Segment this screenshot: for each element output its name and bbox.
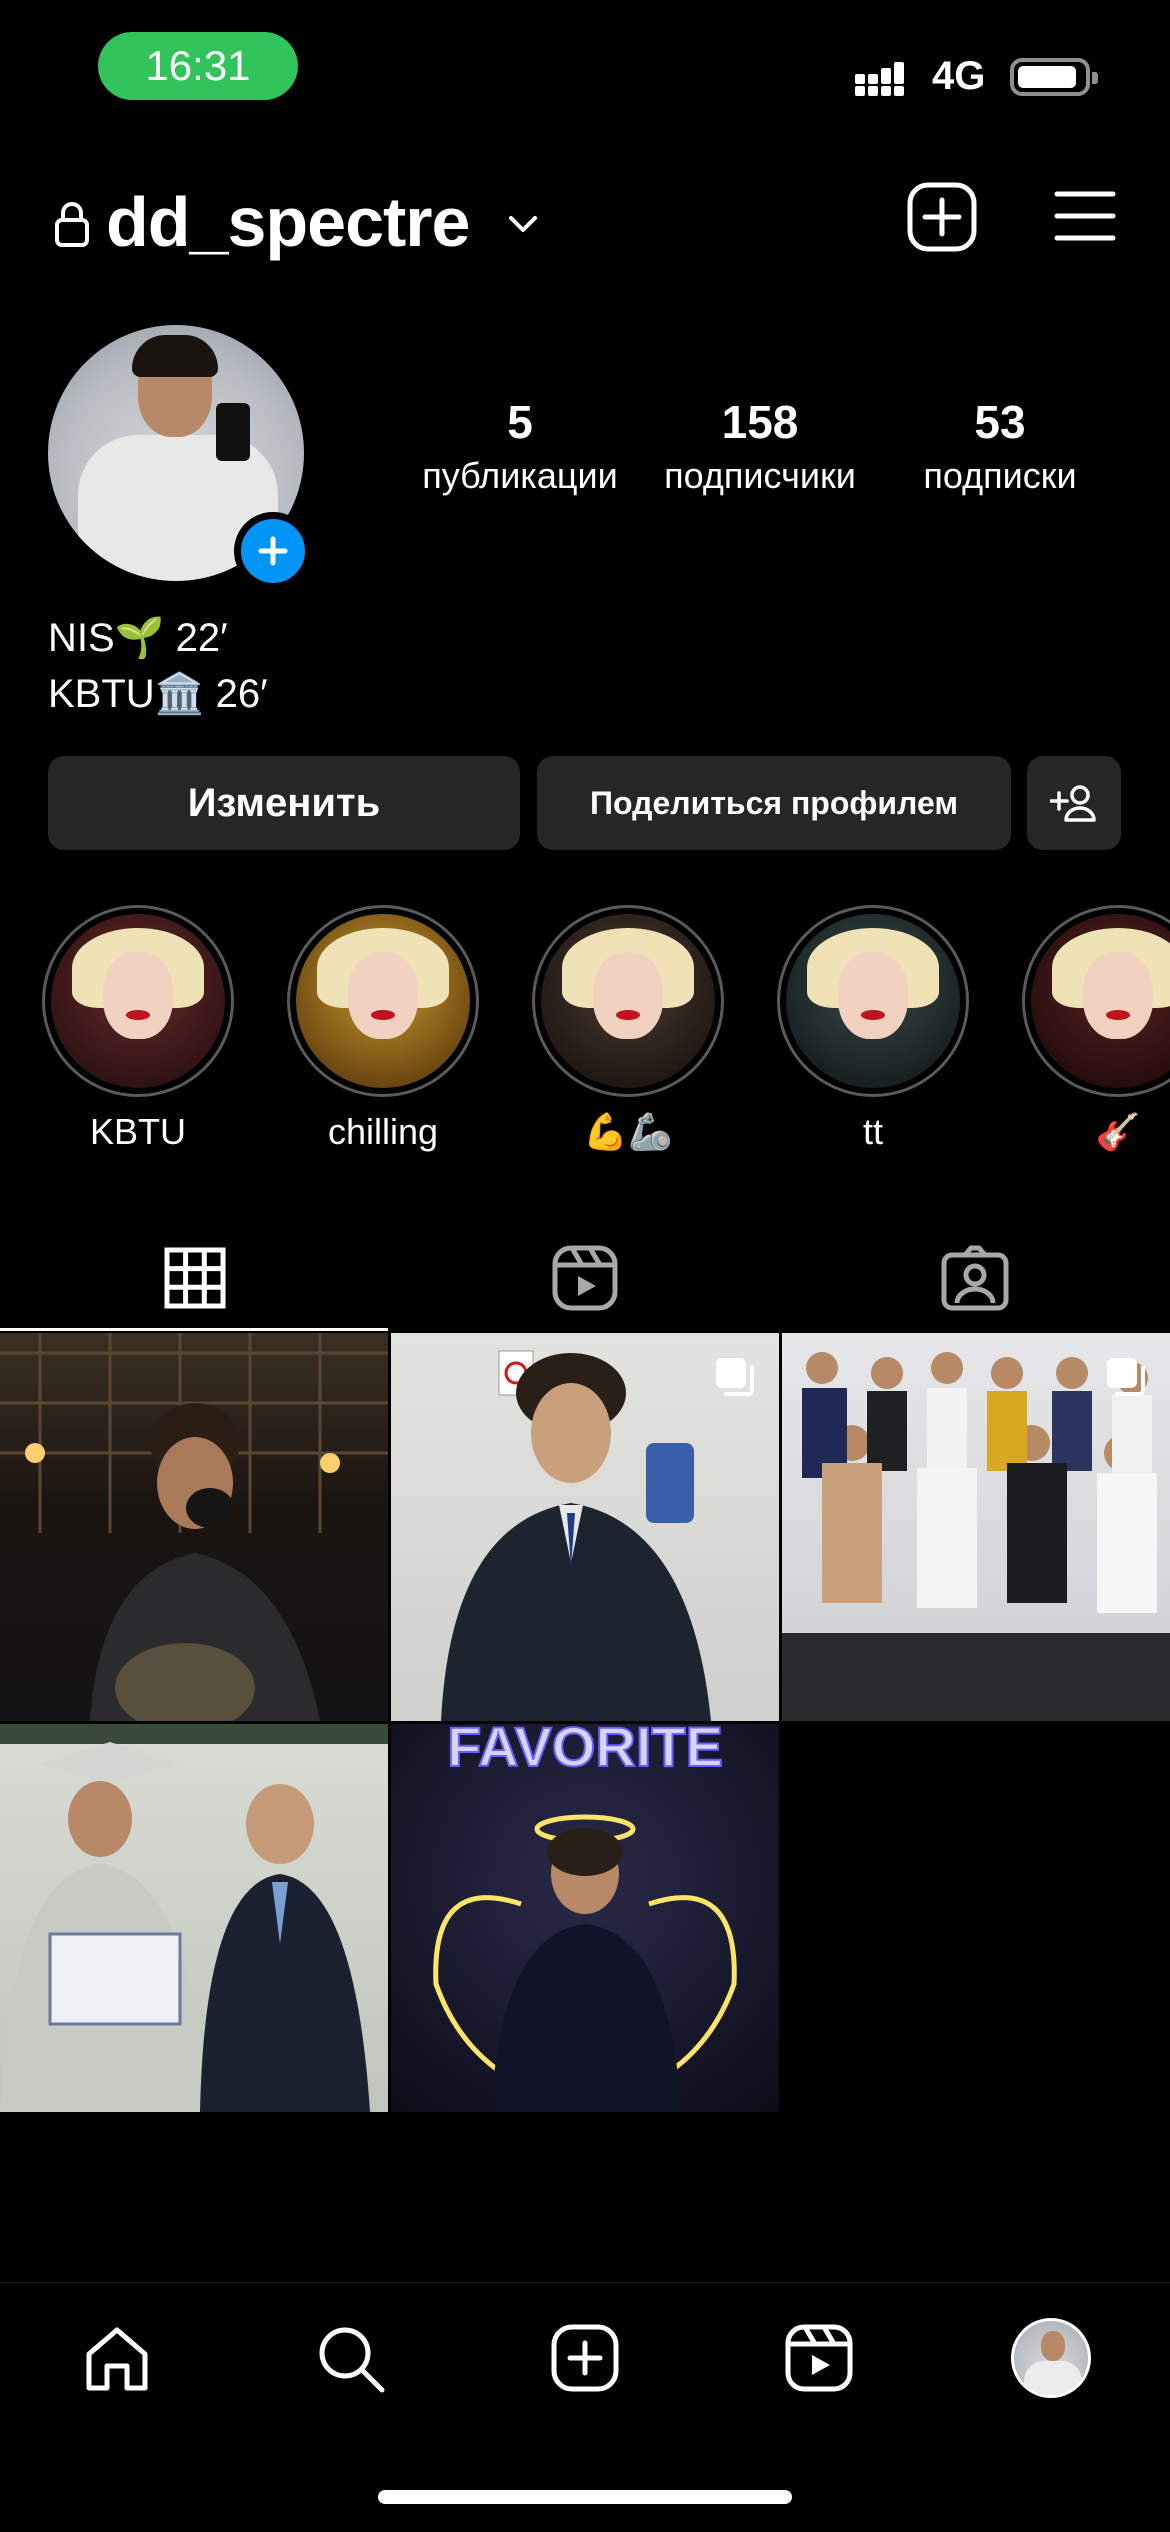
highlight-item[interactable]: KBTU [40,905,236,1153]
highlight-item[interactable]: 💪🦾 [530,905,726,1153]
highlight-cover [532,905,724,1097]
home-icon [86,2327,148,2391]
username[interactable]: dd_spectre [106,182,470,262]
add-story-button[interactable] [234,512,312,590]
profile-tabs [0,1220,1170,1336]
stat-followers[interactable]: 158 подписчики [640,395,880,497]
status-time[interactable]: 16:31 [98,32,298,100]
nav-profile[interactable] [1006,2313,1096,2403]
nav-home[interactable] [72,2313,162,2403]
profile-stats: 5 публикации 158 подписчики 53 подписки [400,395,1120,505]
add-person-icon [1050,785,1096,822]
battery-icon [1010,58,1098,96]
menu-icon[interactable] [1054,188,1116,244]
profile-avatar [1011,2318,1091,2398]
post-thumbnail[interactable]: FAVORITE [391,1724,779,2112]
highlight-item[interactable]: 🎸 [1020,905,1170,1153]
signal-icon [855,62,904,96]
active-tab-indicator [0,1328,388,1331]
new-post-icon [551,2324,619,2392]
post-image: FAVORITE [433,1724,737,2112]
highlight-label: KBTU [89,1111,186,1152]
tab-reels[interactable] [390,1220,780,1336]
share-profile-button[interactable]: Поделиться профилем [537,756,1011,850]
home-indicator [378,2490,792,2504]
status-bar: 16:31 4G [0,0,1170,140]
profile-header: dd_spectre [0,170,1170,290]
stat-value: 5 [507,396,533,448]
stat-value: 158 [721,396,799,448]
nav-reels[interactable] [774,2313,864,2403]
highlight-item[interactable]: chilling [285,905,481,1153]
bio-line: NIS🌱 22′ [48,616,228,660]
highlight-label: 🎸 [1095,1111,1141,1152]
post-thumbnail[interactable] [391,1333,779,1721]
highlight-cover [777,905,969,1097]
highlight-cover [42,905,234,1097]
highlight-cover [1022,905,1170,1097]
highlight-label: chilling [327,1111,439,1152]
post-image [0,1724,388,2112]
highlight-label: tt [862,1111,883,1152]
nav-search[interactable] [305,2313,395,2403]
reels-icon [785,2324,853,2392]
edit-profile-button[interactable]: Изменить [48,756,520,850]
post-image [0,1333,388,1721]
highlight-item[interactable]: tt [775,905,971,1153]
multiple-photos-icon [1107,1358,1145,1396]
chevron-down-icon[interactable] [505,206,541,242]
highlight-cover [287,905,479,1097]
profile-bio: NIS🌱 22′ KBTU🏛️ 26′ [48,610,268,722]
bottom-navigation [0,2282,1170,2432]
post-thumbnail[interactable] [0,1724,388,2112]
stat-value: 53 [974,396,1026,448]
plus-icon [258,536,288,566]
stat-label: публикации [422,455,618,496]
post-thumbnail[interactable] [0,1333,388,1721]
multiple-photos-icon [716,1358,754,1396]
network-type: 4G [932,54,986,98]
search-icon [319,2327,385,2393]
stat-following[interactable]: 53 подписки [880,395,1120,497]
bio-line: KBTU🏛️ 26′ [48,672,268,716]
tagged-icon [941,1245,1009,1311]
post-thumbnail[interactable] [782,1333,1170,1721]
reels-icon [552,1245,618,1311]
favorite-neon-sign: FAVORITE [447,1724,723,1778]
tab-tagged[interactable] [780,1220,1170,1336]
lock-icon [55,202,89,247]
add-post-icon[interactable] [905,180,979,254]
grid-icon [164,1247,226,1309]
discover-people-button[interactable] [1027,756,1121,850]
nav-new-post[interactable] [540,2313,630,2403]
stat-label: подписки [923,455,1077,496]
highlight-label: 💪🦾 [583,1111,673,1152]
stat-posts[interactable]: 5 публикации [400,395,640,497]
stat-label: подписчики [664,455,856,496]
tab-grid[interactable] [0,1220,390,1336]
